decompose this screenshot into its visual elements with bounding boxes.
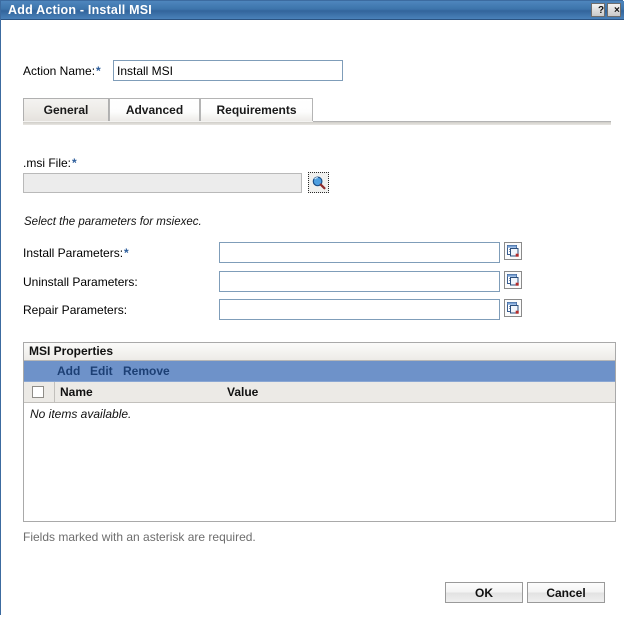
- uninstall-parameters-label-text: Uninstall Parameters:: [23, 275, 138, 289]
- required-fields-note: Fields marked with an asterisk are requi…: [23, 530, 256, 544]
- repair-parameters-label: Repair Parameters:: [23, 303, 128, 317]
- add-action-dialog: Add Action - Install MSI ? × Action Name…: [0, 0, 624, 615]
- uninstall-parameters-label: Uninstall Parameters:: [23, 275, 139, 289]
- msi-properties-panel: MSI Properties Add Edit Remove Name Valu…: [23, 342, 616, 522]
- install-parameters-label-text: Install Parameters:: [23, 246, 124, 260]
- msi-file-label: .msi File:*: [23, 156, 77, 170]
- install-parameters-input[interactable]: [219, 242, 500, 263]
- title-bar: Add Action - Install MSI ? ×: [1, 1, 624, 20]
- empty-list-message: No items available.: [30, 407, 132, 421]
- cancel-button[interactable]: Cancel: [527, 582, 605, 603]
- add-button[interactable]: Add: [57, 364, 80, 378]
- titlebar-buttons: ? ×: [591, 3, 621, 17]
- close-button[interactable]: ×: [607, 3, 621, 17]
- action-name-input[interactable]: [113, 60, 343, 81]
- select-window-icon[interactable]: [504, 242, 522, 260]
- dialog-content: Action Name:* General Advanced Requireme…: [1, 20, 624, 615]
- msi-properties-caption: MSI Properties: [24, 343, 615, 361]
- action-name-label-text: Action Name:: [23, 64, 96, 78]
- tab-bar: General Advanced Requirements: [23, 98, 603, 122]
- repair-parameters-input[interactable]: [219, 299, 500, 320]
- edit-button[interactable]: Edit: [90, 364, 113, 378]
- action-name-required-marker: *: [96, 64, 101, 78]
- install-parameters-required-marker: *: [124, 246, 129, 260]
- msi-file-required-marker: *: [72, 156, 77, 170]
- msi-file-input[interactable]: [23, 173, 302, 193]
- tab-advanced[interactable]: Advanced: [109, 98, 200, 122]
- column-divider: [54, 382, 55, 402]
- msiexec-hint: Select the parameters for msiexec.: [24, 216, 202, 228]
- tab-general[interactable]: General: [23, 98, 109, 122]
- tab-requirements[interactable]: Requirements: [200, 98, 313, 122]
- repair-parameters-label-text: Repair Parameters:: [23, 303, 128, 317]
- action-name-row: Action Name:*: [23, 60, 583, 82]
- window-title: Add Action - Install MSI: [8, 3, 152, 17]
- magnifier-icon[interactable]: [308, 172, 329, 193]
- repair-parameters-required-marker: [127, 303, 128, 317]
- uninstall-parameters-required-marker: [138, 275, 139, 289]
- select-window-icon[interactable]: [504, 271, 522, 289]
- msi-properties-column-header: Name Value: [24, 382, 615, 403]
- action-name-label: Action Name:*: [23, 64, 101, 78]
- msi-properties-toolbar: Add Edit Remove: [24, 361, 615, 382]
- column-header-value: Value: [227, 385, 259, 399]
- uninstall-parameters-input[interactable]: [219, 271, 500, 292]
- uninstall-parameters-row: Uninstall Parameters:: [23, 271, 523, 293]
- install-parameters-label: Install Parameters:*: [23, 246, 129, 260]
- select-window-icon[interactable]: [504, 299, 522, 317]
- select-all-checkbox[interactable]: [32, 386, 44, 398]
- install-parameters-row: Install Parameters:*: [23, 242, 523, 264]
- remove-button[interactable]: Remove: [123, 364, 170, 378]
- msi-properties-list: No items available.: [24, 403, 615, 521]
- msi-file-label-text: .msi File:: [23, 156, 71, 170]
- repair-parameters-row: Repair Parameters:: [23, 299, 523, 321]
- column-header-name: Name: [60, 385, 93, 399]
- ok-button[interactable]: OK: [445, 582, 523, 603]
- help-button[interactable]: ?: [591, 3, 605, 17]
- tab-active-underline: [23, 121, 313, 122]
